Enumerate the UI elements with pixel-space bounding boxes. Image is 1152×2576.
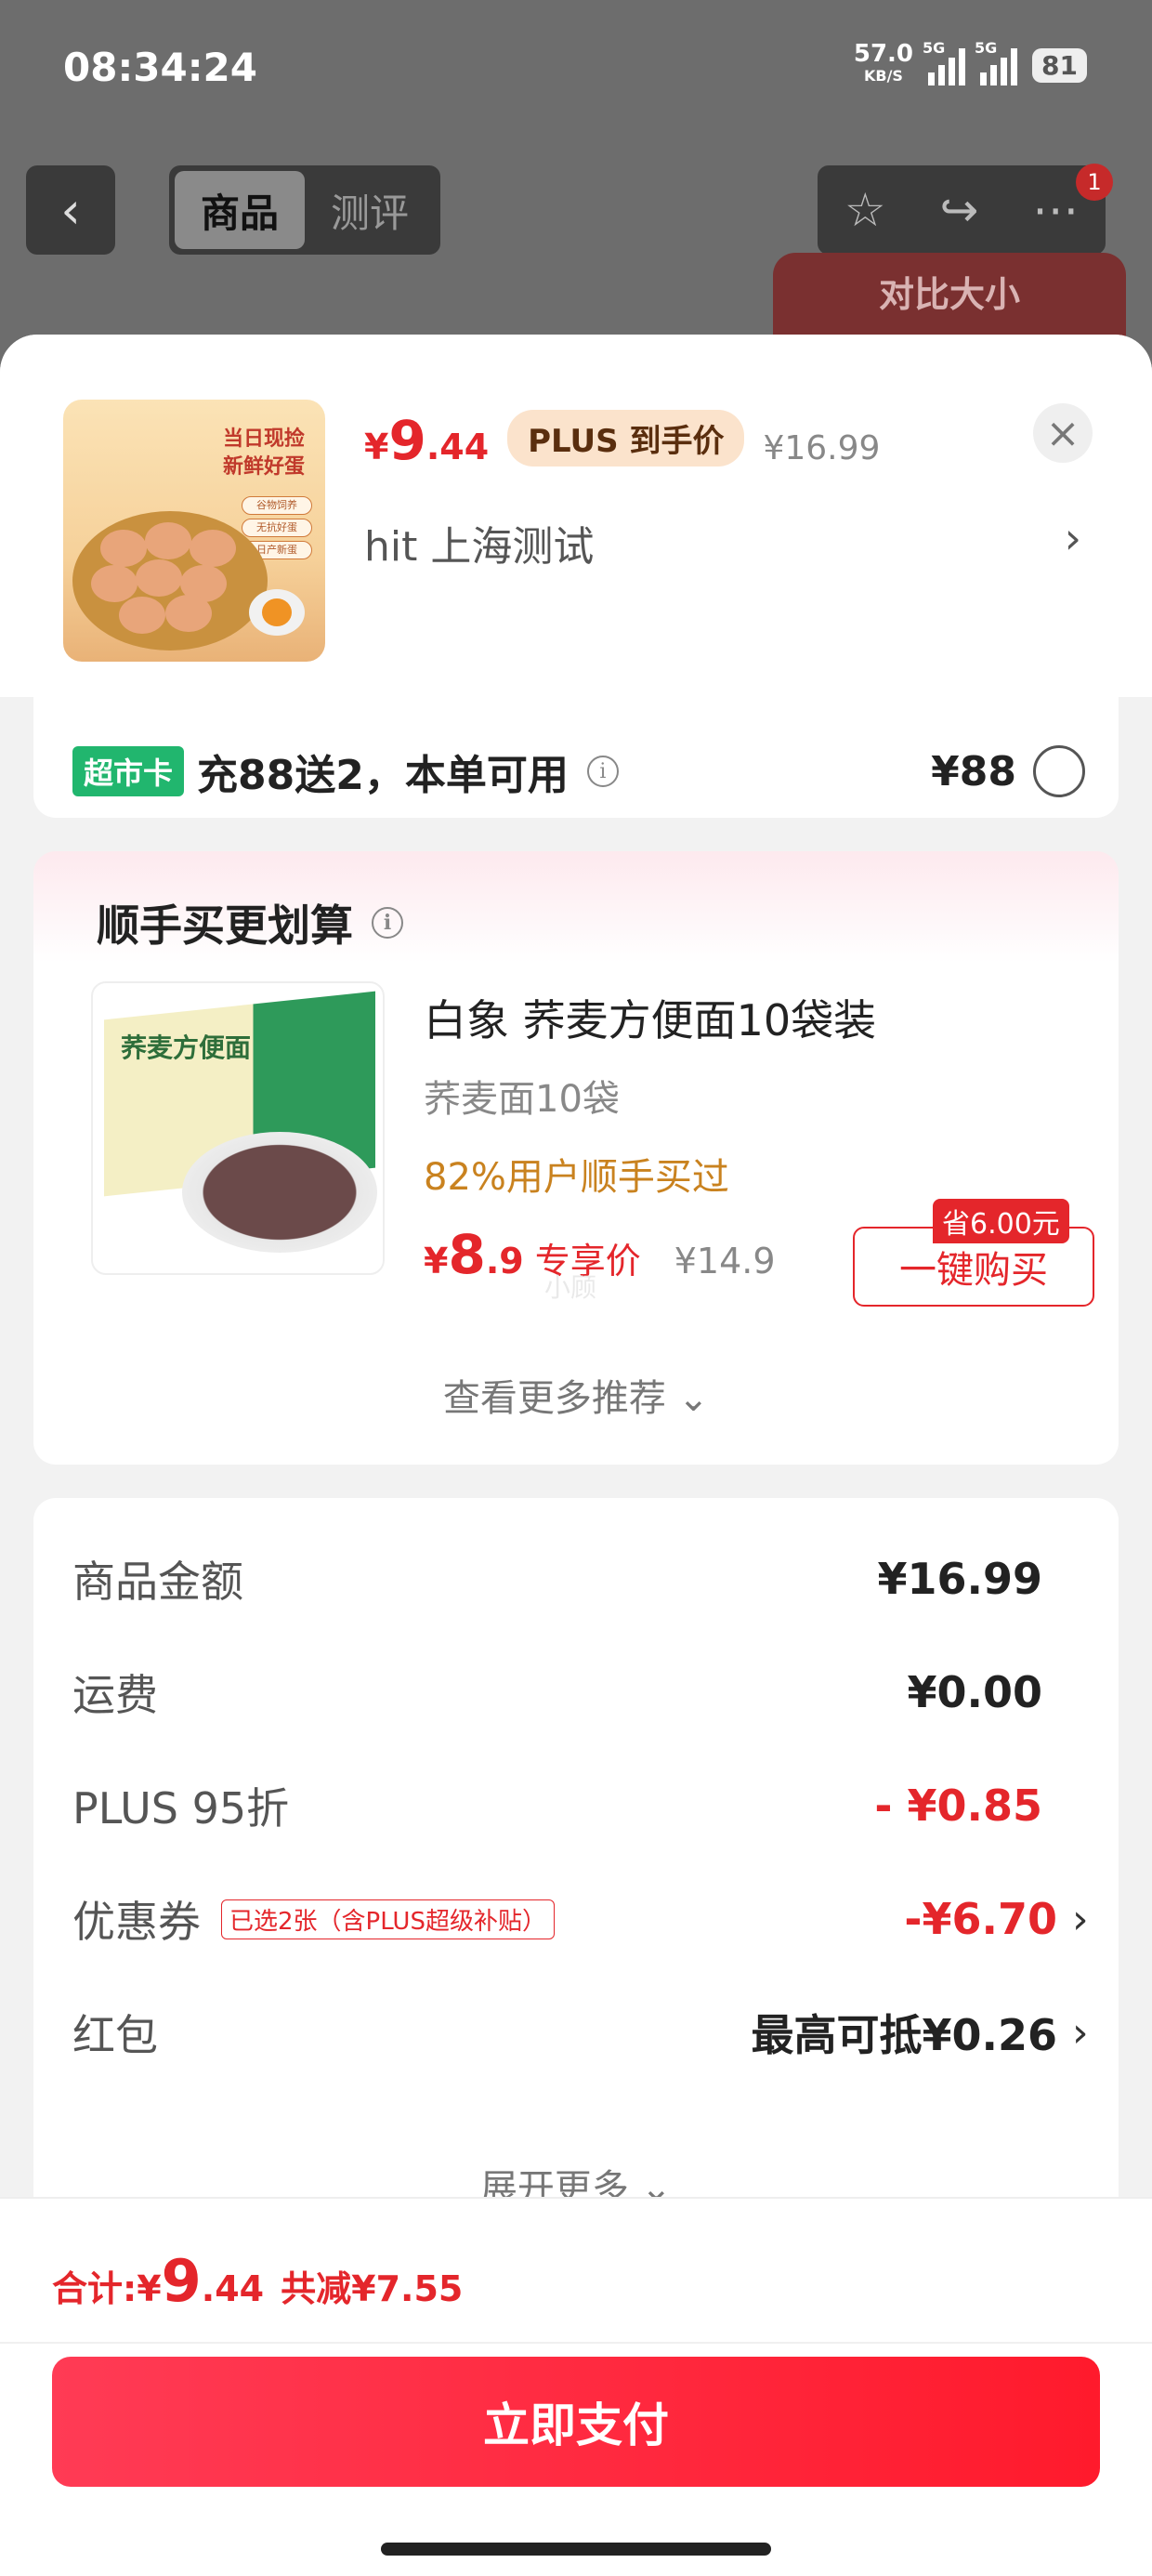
status-time: 08:34:24 (63, 45, 257, 90)
info-icon[interactable]: i (372, 907, 403, 939)
home-indicator (381, 2543, 771, 2556)
total-price: ¥9.44 (137, 2247, 265, 2315)
recommend-section: 顺手买更划算 i 荞麦方便面 白象 荞麦方便面10袋装 荞麦面10袋 82%用户… (33, 851, 1119, 1465)
share-icon[interactable]: ↪ (939, 183, 978, 237)
supermarket-card-radio[interactable] (1033, 745, 1085, 797)
recommend-title: 顺手买更划算 i (97, 892, 403, 953)
tab-review[interactable]: 测评 (305, 171, 435, 249)
summary-row-coupon[interactable]: 优惠券 已选2张（含PLUS超级补贴） -¥6.70 › (72, 1886, 1094, 1952)
coupon-selected-tag: 已选2张（含PLUS超级补贴） (221, 1899, 555, 1939)
back-button[interactable]: ‹ (26, 165, 115, 255)
more-icon[interactable]: ⋯ (1032, 183, 1079, 237)
recommend-price: ¥8.9 (424, 1223, 524, 1286)
watermark: 小顾 (544, 1272, 597, 1303)
product-image: 当日现捡 新鲜好蛋 谷物饲养 无抗好蛋 日产新蛋 (63, 400, 325, 662)
notification-badge: 1 (1076, 164, 1113, 201)
chevron-right-icon[interactable]: › (1072, 1896, 1094, 1943)
plus-price-badge: PLUS 到手价 (507, 410, 745, 467)
checkout-bottom-bar: 合计: ¥9.44 共减¥7.55 立即支付 (0, 2197, 1152, 2576)
supermarket-card-text: 充88送2，本单可用 (197, 752, 569, 799)
summary-row-shipping: 运费 ¥0.00 (72, 1667, 1042, 1720)
background-page: 08:34:24 57.0 KB/S 5G 5G 81 ‹ 商品 测评 ☆ ↪ (0, 0, 1152, 390)
status-bar: 08:34:24 57.0 KB/S 5G 5G 81 (0, 0, 1152, 139)
recommend-product-spec: 荞麦面10袋 (424, 1078, 620, 1121)
close-icon[interactable]: × (1033, 403, 1093, 463)
star-icon[interactable]: ☆ (844, 183, 886, 237)
summary-row-goods: 商品金额 ¥16.99 (72, 1554, 1042, 1607)
signal-icon: 5G (975, 39, 1018, 85)
summary-row-plus-discount: PLUS 95折 - ¥0.85 (72, 1781, 1042, 1833)
image-tagline: 当日现捡 新鲜好蛋 (222, 427, 305, 479)
battery-icon: 81 (1032, 47, 1087, 83)
supermarket-card-row[interactable]: 超市卡 充88送2，本单可用 i ¥88 (72, 743, 1085, 799)
net-speed: 57.0 KB/S (853, 40, 914, 85)
tab-product[interactable]: 商品 (175, 171, 305, 249)
delivery-address[interactable]: hit 上海测试 (364, 513, 594, 572)
recommend-buy-rate: 82%用户顺手买过 (424, 1156, 729, 1199)
total-label: 合计: (52, 2268, 137, 2309)
signal-icon: 5G (923, 39, 966, 85)
recommend-product-image[interactable]: 荞麦方便面 (91, 981, 385, 1275)
recommend-price-row: ¥8.9 专享价 ¥14.9 (424, 1223, 776, 1286)
price-row: ¥9.44 PLUS 到手价 ¥16.99 (364, 409, 880, 474)
summary-row-red-packet[interactable]: 红包 最高可抵¥0.26 › (72, 2000, 1094, 2065)
supermarket-card-tag: 超市卡 (72, 746, 185, 796)
chevron-right-icon[interactable]: › (1065, 513, 1081, 563)
status-indicators: 57.0 KB/S 5G 5G 81 (853, 39, 1087, 87)
noodle-bowl-graphic (182, 1132, 377, 1253)
recommend-product-name[interactable]: 白象 荞麦方便面10袋装 (424, 987, 876, 1048)
info-icon[interactable]: i (586, 756, 619, 787)
total-row: 合计: ¥9.44 共减¥7.55 (52, 2247, 463, 2315)
chevron-right-icon[interactable]: › (1072, 2009, 1094, 2057)
pay-now-button[interactable]: 立即支付 (52, 2357, 1100, 2487)
final-price: ¥9.44 (364, 409, 490, 472)
sheet-header: 当日现捡 新鲜好蛋 谷物饲养 无抗好蛋 日产新蛋 ¥9.44 PLUS 到手价 … (0, 335, 1152, 697)
divider (0, 2342, 1152, 2344)
nav-actions: ☆ ↪ ⋯ (818, 165, 1106, 255)
tab-switcher: 商品 测评 (169, 165, 440, 255)
top-nav: ‹ 商品 测评 ☆ ↪ ⋯ (0, 165, 1152, 258)
supermarket-card-price: ¥88 (931, 747, 1016, 795)
original-price: ¥16.99 (763, 429, 881, 467)
egg-yolk-graphic (249, 589, 305, 636)
total-saved: 共减¥7.55 (281, 2268, 464, 2309)
see-more-recommend[interactable]: 查看更多推荐 ⌄ (33, 1368, 1119, 1422)
recommend-original-price: ¥14.9 (674, 1241, 776, 1281)
noodle-package-label: 荞麦方便面 (121, 1032, 252, 1063)
save-amount-tag: 省6.00元 (933, 1199, 1069, 1243)
